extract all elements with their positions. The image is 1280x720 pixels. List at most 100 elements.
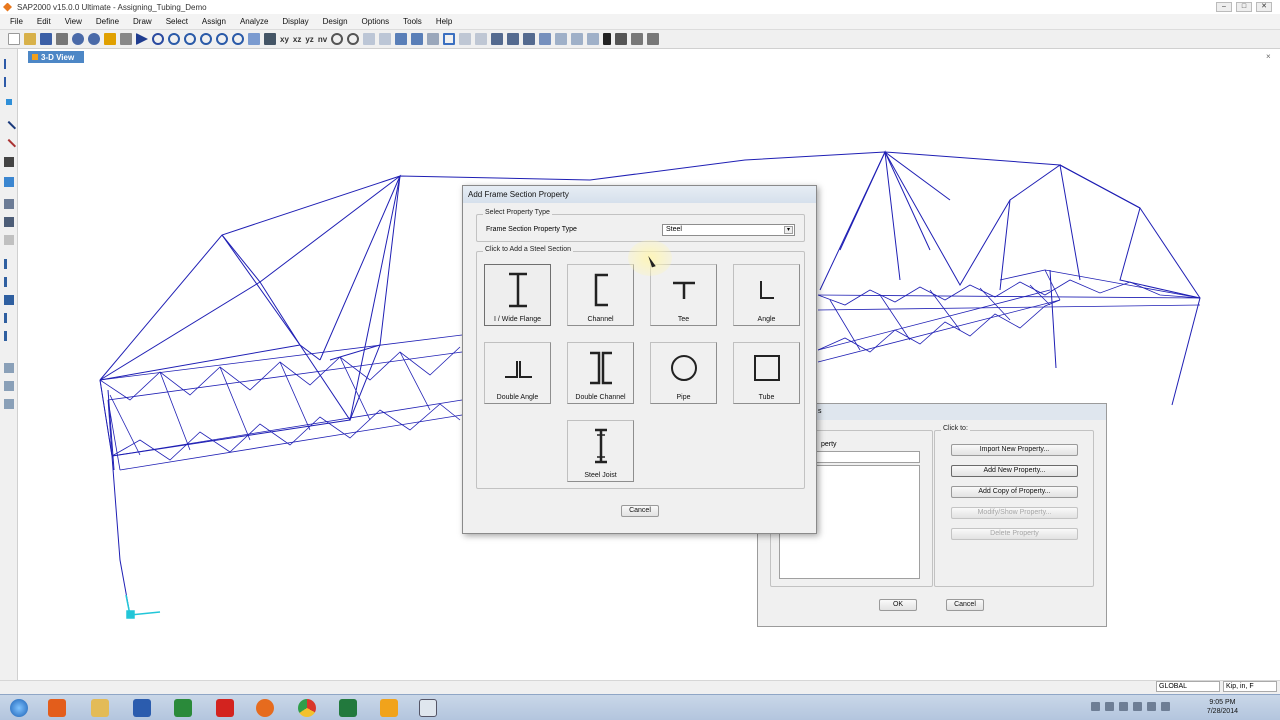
xz-view-button[interactable]: xz — [293, 35, 301, 44]
draw-area-icon[interactable] — [4, 177, 14, 187]
menu-options[interactable]: Options — [362, 17, 390, 26]
get-previous-selection-icon[interactable] — [4, 277, 14, 287]
nv-view-button[interactable]: nv — [318, 35, 327, 44]
draw-solid-icon[interactable] — [4, 235, 14, 245]
tray-network-icon[interactable] — [1119, 702, 1128, 711]
menu-define[interactable]: Define — [96, 17, 119, 26]
maximize-button[interactable]: □ — [1236, 2, 1252, 12]
draw-brace-icon[interactable] — [475, 33, 488, 45]
cancel-button[interactable]: Cancel — [946, 599, 984, 611]
tray-flag-icon[interactable] — [1105, 702, 1114, 711]
menu-help[interactable]: Help — [436, 17, 452, 26]
menu-analyze[interactable]: Analyze — [240, 17, 268, 26]
zoom-out-icon[interactable] — [200, 33, 212, 45]
select-all-icon[interactable] — [4, 259, 14, 269]
menu-file[interactable]: File — [10, 17, 23, 26]
snap-points-icon[interactable] — [4, 363, 14, 373]
ok-button[interactable]: OK — [879, 599, 917, 611]
run-analysis-icon[interactable] — [136, 33, 148, 45]
coordinate-system-select[interactable]: GLOBAL — [1156, 681, 1220, 692]
lock-icon[interactable] — [120, 33, 132, 45]
pipe-button[interactable]: Pipe — [650, 342, 717, 404]
shrink-objects-icon[interactable] — [427, 33, 440, 45]
zoom-in-icon[interactable] — [184, 33, 196, 45]
draw-rect-area-icon[interactable] — [4, 217, 14, 227]
channel-button[interactable]: Channel — [567, 264, 634, 326]
taskbar-sap2000[interactable] — [370, 697, 408, 719]
taskbar-explorer[interactable] — [81, 697, 119, 719]
angle-button[interactable]: Angle — [733, 264, 800, 326]
intersecting-line-icon[interactable] — [4, 313, 14, 323]
menu-view[interactable]: View — [65, 17, 82, 26]
springs-icon[interactable] — [647, 33, 660, 45]
taskbar-window[interactable] — [409, 697, 447, 719]
modify-show-property-button[interactable]: Modify/Show Property... — [951, 507, 1078, 519]
3d-view-icon[interactable] — [264, 33, 276, 45]
tray-volume-icon[interactable] — [1147, 702, 1156, 711]
undo-icon[interactable] — [72, 33, 84, 45]
load-cases-icon[interactable] — [587, 33, 600, 45]
menu-assign[interactable]: Assign — [202, 17, 226, 26]
cancel-button[interactable]: Cancel — [621, 505, 659, 517]
draw-link-icon[interactable] — [1, 138, 17, 154]
tray-power-icon[interactable] — [1161, 702, 1170, 711]
menu-edit[interactable]: Edit — [37, 17, 51, 26]
grid-icon[interactable] — [615, 33, 628, 45]
print-icon[interactable] — [56, 33, 68, 45]
redo-icon[interactable] — [88, 33, 100, 45]
tray-signal-icon[interactable] — [1133, 702, 1142, 711]
frame-section-type-select[interactable]: Steel ▾ — [662, 224, 795, 236]
menu-draw[interactable]: Draw — [133, 17, 152, 26]
show-forces-icon[interactable] — [491, 33, 504, 45]
quick-draw-brace-icon[interactable] — [4, 157, 14, 167]
new-file-icon[interactable] — [8, 33, 20, 45]
i-section-icon[interactable] — [603, 33, 612, 45]
zoom-previous-icon[interactable] — [232, 33, 244, 45]
draw-frame-icon[interactable] — [1, 120, 17, 136]
xy-view-button[interactable]: xy — [280, 35, 289, 44]
up-arrow-icon[interactable] — [363, 33, 376, 45]
open-folder-icon[interactable] — [24, 33, 36, 45]
double-angle-button[interactable]: Double Angle — [484, 342, 551, 404]
show-tables-icon[interactable] — [523, 33, 536, 45]
units-select[interactable]: Kip, in, F — [1223, 681, 1277, 692]
tray-arrow-icon[interactable] — [1091, 702, 1100, 711]
steel-joist-button[interactable]: Steel Joist — [567, 420, 634, 482]
zoom-window-icon[interactable] — [168, 33, 180, 45]
tab-3d-view[interactable]: 3-D View — [28, 51, 84, 63]
refresh-icon[interactable] — [152, 33, 164, 45]
close-button[interactable]: ✕ — [1256, 2, 1272, 12]
tube-button[interactable]: Tube — [733, 342, 800, 404]
snap-icon[interactable] — [4, 331, 14, 341]
add-copy-property-button[interactable]: Add Copy of Property... — [951, 486, 1078, 498]
frame-sections-icon[interactable] — [539, 33, 552, 45]
rotate-3d-icon[interactable] — [331, 33, 344, 45]
taskbar-word[interactable] — [123, 697, 161, 719]
down-arrow-icon[interactable] — [379, 33, 392, 45]
perspective-icon[interactable] — [347, 33, 360, 45]
menu-design[interactable]: Design — [323, 17, 348, 26]
double-channel-button[interactable]: Double Channel — [567, 342, 634, 404]
clock[interactable]: 9:05 PM 7/28/2014 — [1207, 698, 1238, 716]
minimize-button[interactable]: – — [1216, 2, 1232, 12]
taskbar-hp[interactable] — [164, 697, 202, 719]
ps-snap-icon[interactable] — [4, 381, 14, 391]
pan-icon[interactable] — [248, 33, 260, 45]
menu-tools[interactable]: Tools — [403, 17, 422, 26]
cl-snap-icon[interactable] — [4, 399, 14, 409]
load-patterns-icon[interactable] — [571, 33, 584, 45]
clear-selection-icon[interactable] — [4, 295, 14, 305]
reshape-icon[interactable] — [4, 77, 14, 87]
draw-frame-icon[interactable] — [443, 33, 456, 45]
import-new-property-button[interactable]: Import New Property... — [951, 444, 1078, 456]
delete-property-button[interactable]: Delete Property — [951, 528, 1078, 540]
view-close-icon[interactable]: × — [1266, 52, 1271, 61]
quick-draw-icon[interactable] — [459, 33, 472, 45]
taskbar-excel[interactable] — [329, 697, 367, 719]
zoom-fit-icon[interactable] — [216, 33, 228, 45]
taskbar-firefox[interactable] — [246, 697, 284, 719]
restraints-icon[interactable] — [631, 33, 644, 45]
taskbar-x-app[interactable] — [206, 697, 244, 719]
pencil-icon[interactable] — [104, 33, 116, 45]
set-display-options-icon[interactable] — [395, 33, 408, 45]
